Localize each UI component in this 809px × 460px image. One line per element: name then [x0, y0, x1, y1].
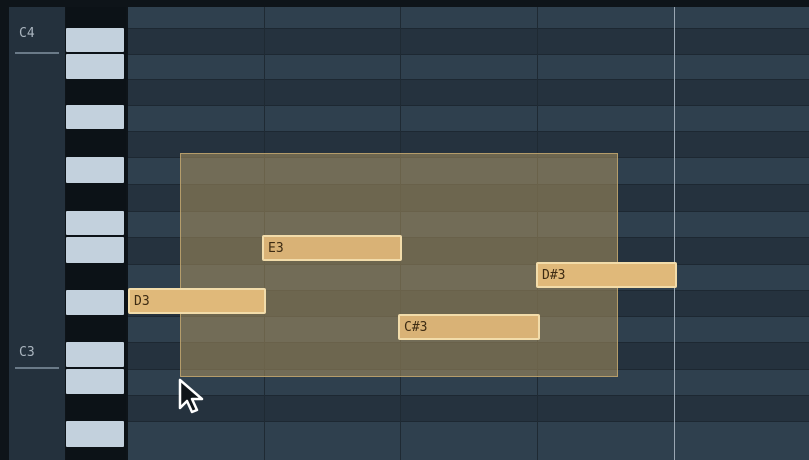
row-divider [128, 131, 809, 132]
note-d-sharp-3[interactable]: D#3 [536, 262, 677, 288]
lane [128, 28, 809, 54]
piano-key-c3[interactable] [66, 342, 124, 367]
note-d3[interactable]: D3 [128, 288, 266, 314]
octave-marker-c3 [15, 367, 59, 369]
lane [128, 105, 809, 131]
mouse-pointer-icon [178, 378, 204, 414]
lane [128, 54, 809, 79]
note-label: C#3 [404, 320, 428, 335]
note-c-sharp-3[interactable]: C#3 [398, 314, 540, 340]
piano-keyboard[interactable] [66, 7, 126, 460]
piano-key-a2[interactable] [66, 421, 124, 447]
row-divider [128, 28, 809, 29]
piano-roll-editor: C4 C3 D3 E3 C#3 D#3 [0, 0, 809, 460]
octave-marker-c4 [15, 52, 59, 54]
row-divider [128, 395, 809, 396]
piano-key-g3[interactable] [66, 157, 124, 183]
note-e3[interactable]: E3 [262, 235, 402, 261]
octave-label-c4: C4 [19, 26, 35, 41]
note-label: E3 [268, 241, 284, 256]
lane [128, 395, 809, 421]
row-divider [128, 79, 809, 80]
octave-ruler: C4 C3 [9, 7, 65, 460]
note-label: D3 [134, 294, 150, 309]
piano-key-e3[interactable] [66, 237, 124, 263]
lane [128, 79, 809, 105]
playhead-line[interactable] [674, 7, 675, 460]
piano-key-d3[interactable] [66, 290, 124, 315]
row-divider [128, 54, 809, 55]
row-divider [128, 421, 809, 422]
piano-key-b2[interactable] [66, 369, 124, 394]
row-divider [128, 105, 809, 106]
piano-key-b3[interactable] [66, 54, 124, 79]
octave-label-c3: C3 [19, 345, 35, 360]
note-label: D#3 [542, 268, 566, 283]
lane [128, 421, 809, 460]
piano-key-c4[interactable] [66, 28, 124, 52]
note-grid[interactable]: D3 E3 C#3 D#3 [128, 7, 809, 460]
piano-key-a3[interactable] [66, 105, 124, 129]
piano-key-f3[interactable] [66, 211, 124, 235]
lane [128, 7, 809, 28]
